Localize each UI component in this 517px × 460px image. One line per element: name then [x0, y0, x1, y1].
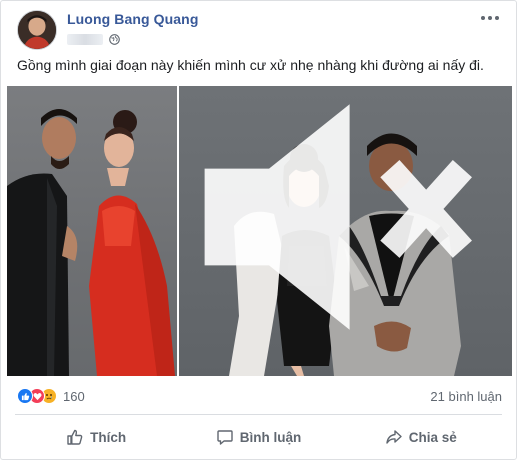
volume-muted-icon[interactable]	[179, 86, 500, 362]
post-photos	[7, 86, 512, 376]
author-avatar[interactable]	[17, 10, 57, 50]
divider	[15, 414, 502, 415]
reaction-count[interactable]: 160	[63, 389, 85, 404]
globe-icon[interactable]	[109, 33, 120, 45]
author-name[interactable]: Luong Bang Quang	[67, 11, 198, 27]
like-label: Thích	[90, 429, 127, 445]
comment-label: Bình luận	[239, 429, 302, 445]
post-meta	[67, 32, 120, 46]
like-button[interactable]: Thích	[15, 419, 177, 455]
share-label: Chia sẻ	[408, 429, 457, 445]
photo-right[interactable]	[179, 86, 512, 376]
facebook-post: Luong Bang Quang Gồng mình giai đoạn này…	[0, 0, 517, 460]
more-options-button[interactable]	[478, 9, 502, 27]
timestamp-redacted[interactable]	[67, 33, 103, 45]
more-dots-icon	[481, 16, 485, 20]
share-arrow-icon	[386, 430, 402, 444]
share-button[interactable]: Chia sẻ	[340, 419, 502, 455]
photo-left[interactable]	[7, 86, 177, 376]
post-text: Gồng mình giai đoạn này khiến mình cư xử…	[17, 57, 484, 73]
like-reaction-icon	[17, 388, 33, 404]
comments-count[interactable]: 21 bình luận	[430, 389, 502, 404]
reaction-summary[interactable]: 160	[17, 387, 85, 405]
comment-button[interactable]: Bình luận	[177, 419, 339, 455]
thumbs-up-icon	[67, 429, 83, 445]
comment-bubble-icon	[217, 430, 233, 445]
action-bar: Thích Bình luận Chia sẻ	[15, 419, 502, 455]
